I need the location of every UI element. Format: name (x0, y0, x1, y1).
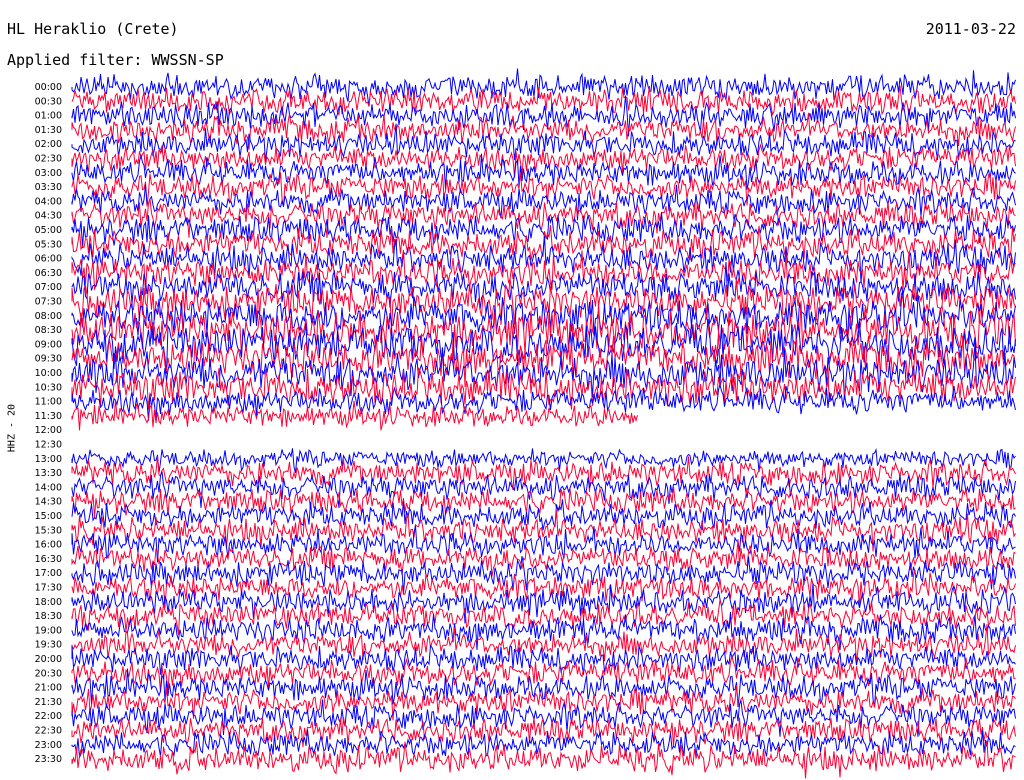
row-time-label: 21:30 (35, 697, 62, 708)
row-time-label: 15:00 (35, 511, 62, 522)
row-time-label: 06:30 (35, 268, 62, 279)
trace-row (71, 654, 1016, 693)
row-time-label: 14:30 (35, 497, 62, 508)
row-time-label: 06:00 (35, 254, 62, 265)
row-time-label: 04:30 (35, 211, 62, 222)
row-time-label: 19:00 (35, 625, 62, 636)
row-time-label: 03:30 (35, 182, 62, 193)
row-time-label: 08:30 (35, 325, 62, 336)
row-time-label: 23:30 (35, 754, 62, 765)
row-time-label: 12:30 (35, 440, 62, 451)
row-time-label: 11:00 (35, 397, 62, 408)
row-time-label: 01:30 (35, 125, 62, 136)
row-time-label: 02:00 (35, 139, 62, 150)
row-time-label: 00:00 (35, 82, 62, 93)
row-time-label: 17:00 (35, 568, 62, 579)
row-time-label: 05:30 (35, 239, 62, 250)
row-time-label: 20:00 (35, 654, 62, 665)
row-time-label: 10:30 (35, 382, 62, 393)
row-time-label: 22:30 (35, 726, 62, 737)
row-time-label: 09:00 (35, 339, 62, 350)
row-time-label: 08:00 (35, 311, 62, 322)
row-time-label: 10:00 (35, 368, 62, 379)
row-time-label: 05:00 (35, 225, 62, 236)
row-time-label: 16:30 (35, 554, 62, 565)
row-time-label: 07:00 (35, 282, 62, 293)
row-time-label: 04:00 (35, 196, 62, 207)
helicorder-plot: 00:00 00:30 01:00 01:30 02:00 02:30 03:00 03:30… (35, 68, 1016, 779)
row-time-label: 09:30 (35, 354, 62, 365)
row-time-label: 03:00 (35, 168, 62, 179)
row-time-label: 18:30 (35, 611, 62, 622)
row-time-label: 14:00 (35, 482, 62, 493)
row-time-label: 18:00 (35, 597, 62, 608)
row-time-label: 15:30 (35, 525, 62, 536)
row-time-label: 19:30 (35, 640, 62, 651)
row-time-label: 20:30 (35, 668, 62, 679)
row-time-label: 23:00 (35, 740, 62, 751)
row-time-label: 01:00 (35, 111, 62, 122)
row-time-label: 07:30 (35, 297, 62, 308)
row-time-label: 13:00 (35, 454, 62, 465)
row-time-label: 17:30 (35, 583, 62, 594)
row-time-label: 16:00 (35, 540, 62, 551)
row-time-label: 13:30 (35, 468, 62, 479)
row-time-label: 00:30 (35, 96, 62, 107)
row-time-label: 21:00 (35, 683, 62, 694)
row-time-label: 02:30 (35, 154, 62, 165)
row-time-label: 22:00 (35, 711, 62, 722)
trace-row (71, 143, 1016, 178)
row-time-label: 11:30 (35, 411, 62, 422)
trace-row (71, 68, 1016, 107)
row-time-label: 12:00 (35, 425, 62, 436)
